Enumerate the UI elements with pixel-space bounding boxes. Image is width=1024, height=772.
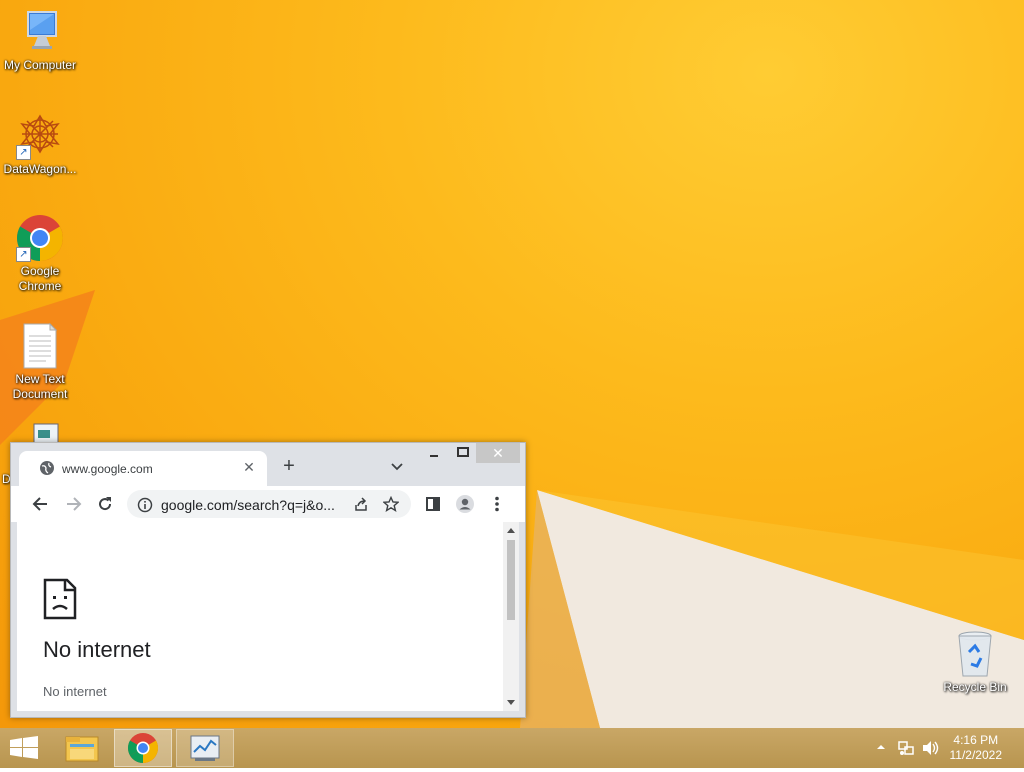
sad-page-icon bbox=[43, 578, 77, 625]
chrome-icon: ↗ bbox=[16, 214, 64, 262]
info-icon[interactable] bbox=[137, 497, 153, 518]
shortcut-arrow-icon: ↗ bbox=[16, 247, 31, 262]
scroll-up-icon[interactable] bbox=[507, 528, 515, 533]
start-icon bbox=[10, 736, 38, 759]
desktop-icon-label: Google Chrome bbox=[18, 264, 62, 293]
profile-avatar-icon[interactable] bbox=[455, 494, 475, 514]
desktop-icon-label: Recycle Bin bbox=[943, 680, 1007, 694]
tab-close-icon[interactable]: ✕ bbox=[241, 459, 257, 475]
browser-tab[interactable]: www.google.com ✕ bbox=[19, 451, 267, 486]
tab-title: www.google.com bbox=[62, 462, 153, 476]
address-bar[interactable]: google.com/search?q=j&o... bbox=[127, 490, 411, 518]
globe-icon bbox=[39, 460, 55, 481]
start-button[interactable] bbox=[0, 729, 48, 767]
taskbar-app-button[interactable] bbox=[176, 729, 234, 767]
shortcut-arrow-icon: ↗ bbox=[16, 145, 31, 160]
maximize-button[interactable] bbox=[453, 443, 473, 463]
desktop-icon-google-chrome[interactable]: ↗ Google Chrome bbox=[0, 214, 80, 294]
clock-time: 4:16 PM bbox=[953, 733, 999, 747]
desktop[interactable]: My Computer ↗ DataWagon... ↗ Google Chro… bbox=[0, 0, 1024, 728]
browser-toolbar: google.com/search?q=j&o... bbox=[11, 486, 525, 522]
show-hidden-icons-icon[interactable] bbox=[876, 740, 886, 759]
taskbar-chrome-button[interactable] bbox=[114, 729, 172, 767]
desktop-icon-label: DataWagon... bbox=[3, 162, 77, 176]
kebab-menu-icon[interactable] bbox=[487, 494, 507, 514]
file-explorer-button[interactable] bbox=[54, 729, 112, 767]
browser-window[interactable]: www.google.com ✕ + ✕ google.com/search?q… bbox=[10, 442, 526, 718]
computer-icon bbox=[16, 8, 64, 56]
page-content[interactable]: No internet No internet bbox=[17, 522, 519, 711]
bookmark-star-icon[interactable] bbox=[382, 495, 400, 517]
datawagon-icon: ↗ bbox=[16, 112, 64, 160]
recycle-bin-icon bbox=[951, 630, 999, 678]
scroll-down-icon[interactable] bbox=[507, 700, 515, 705]
desktop-icon-label: My Computer bbox=[3, 58, 77, 72]
desktop-icon-new-text-document[interactable]: New Text Document bbox=[0, 322, 80, 402]
share-icon[interactable] bbox=[353, 496, 369, 517]
desktop-icon-label: New Text Document bbox=[12, 372, 68, 401]
volume-icon[interactable] bbox=[922, 740, 940, 761]
scrollbar-thumb[interactable] bbox=[507, 540, 515, 620]
new-tab-button[interactable]: + bbox=[279, 456, 299, 476]
error-subtitle: No internet bbox=[43, 684, 107, 699]
forward-arrow-icon[interactable] bbox=[63, 494, 83, 514]
error-title: No internet bbox=[43, 637, 151, 662]
chrome-icon bbox=[127, 733, 159, 763]
side-panel-icon[interactable] bbox=[423, 494, 443, 514]
back-arrow-icon[interactable] bbox=[31, 494, 51, 514]
text-document-icon bbox=[16, 322, 64, 370]
chevron-down-icon[interactable] bbox=[389, 459, 405, 475]
clock-date: 11/2/2022 bbox=[949, 748, 1003, 762]
network-icon[interactable] bbox=[898, 740, 914, 761]
desktop-icon-my-computer[interactable]: My Computer bbox=[0, 8, 80, 73]
vertical-scrollbar[interactable] bbox=[503, 522, 519, 711]
file-explorer-icon bbox=[65, 736, 99, 762]
desktop-icon-recycle-bin[interactable]: Recycle Bin bbox=[935, 630, 1015, 695]
taskbar: 4:16 PM 11/2/2022 bbox=[0, 728, 1024, 768]
system-clock[interactable]: 4:16 PM 11/2/2022 bbox=[950, 733, 1003, 763]
reload-icon[interactable] bbox=[95, 494, 115, 514]
url-text: google.com/search?q=j&o... bbox=[161, 497, 335, 513]
desktop-icon-datawagon[interactable]: ↗ DataWagon... bbox=[0, 112, 80, 177]
app-icon bbox=[190, 735, 220, 761]
close-window-button[interactable]: ✕ bbox=[476, 443, 520, 463]
tab-strip[interactable]: www.google.com ✕ + ✕ bbox=[11, 443, 525, 486]
minimize-button[interactable] bbox=[425, 443, 445, 463]
